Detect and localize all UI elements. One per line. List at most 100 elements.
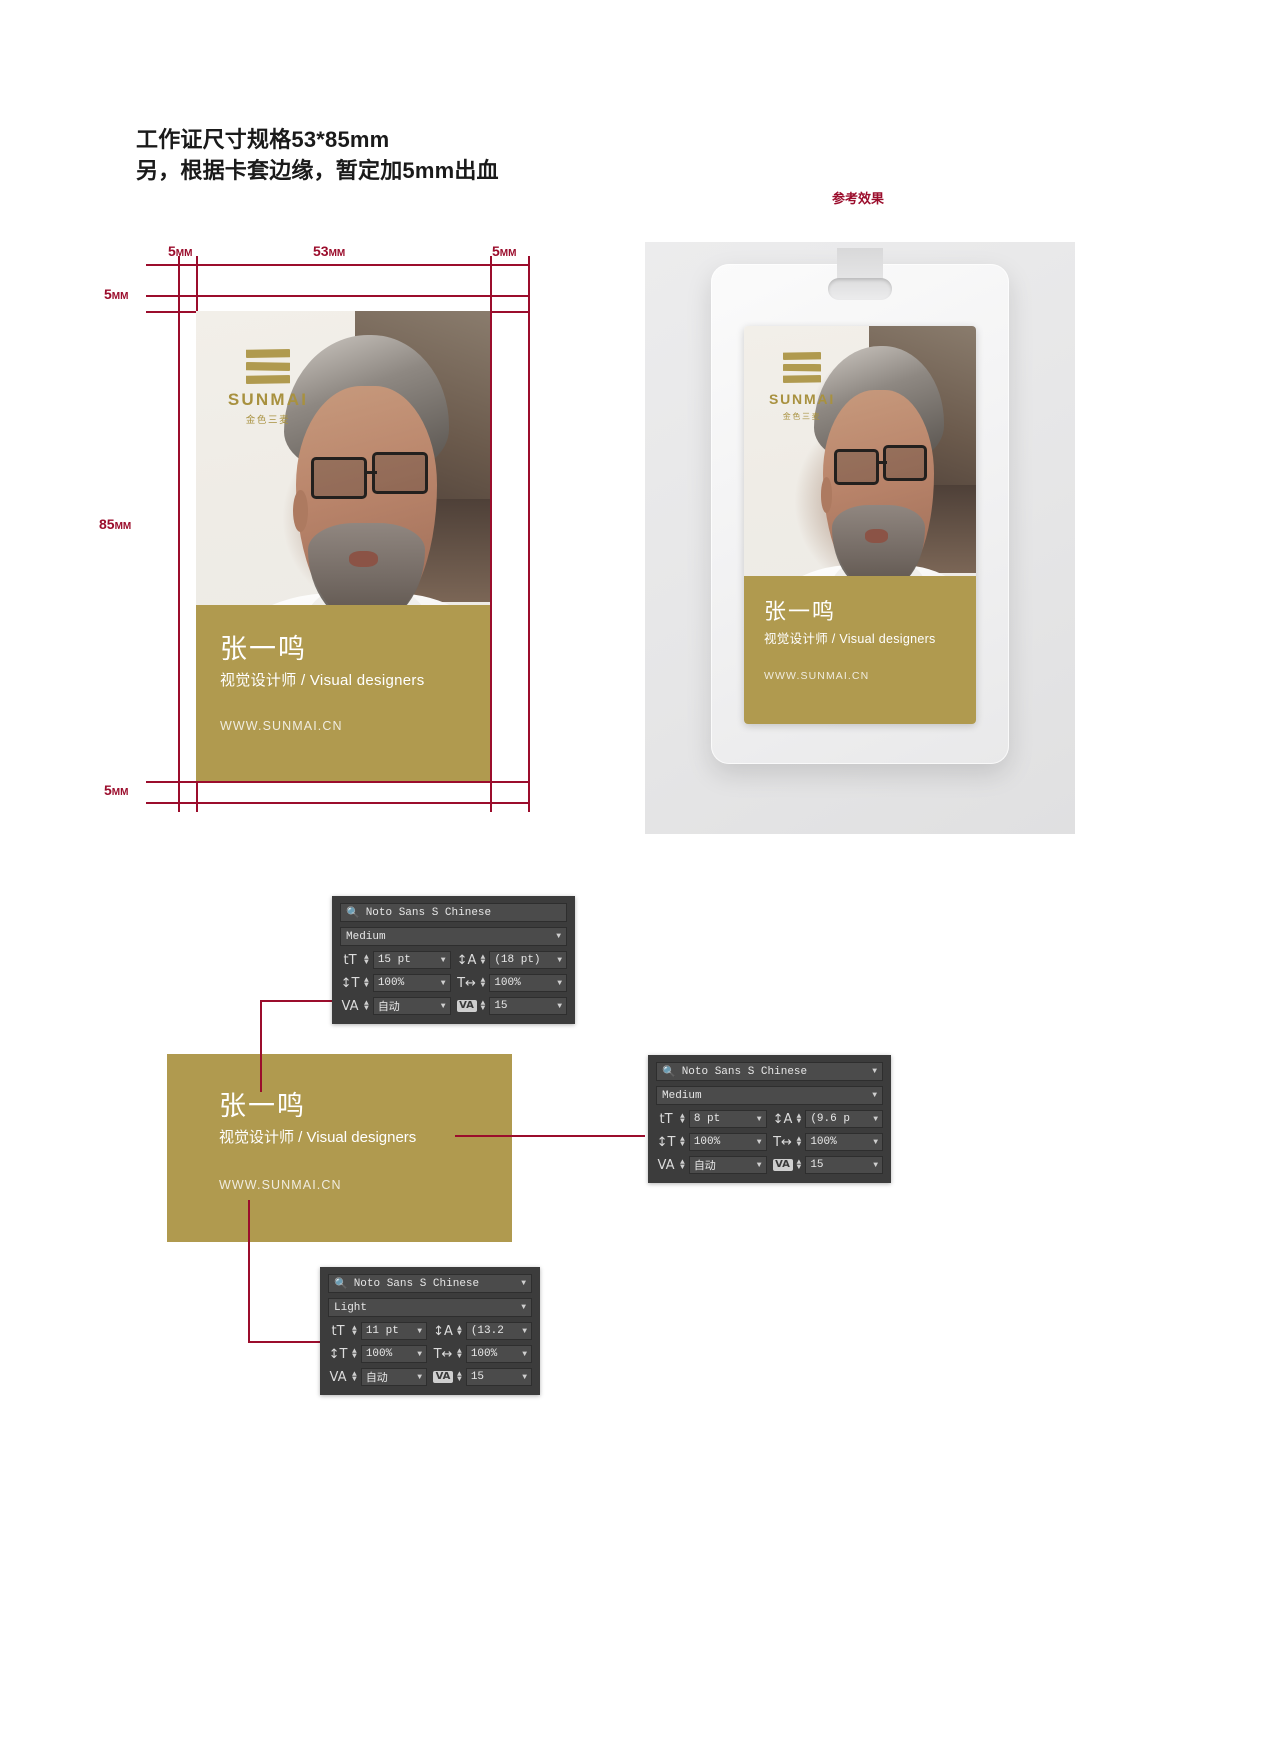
stepper-icon[interactable]: ▲ ▼ xyxy=(457,1348,462,1361)
vertical-scale-field[interactable]: ↕T ▲ ▼ 100% ▼ xyxy=(656,1133,767,1151)
typography-detail-card: 张一鸣 视觉设计师 / Visual designers WWW.SUNMAI.… xyxy=(167,1054,512,1242)
stepper-icon[interactable]: ▲ ▼ xyxy=(457,1325,462,1338)
stepper-icon[interactable]: ▲ ▼ xyxy=(352,1348,357,1361)
font-size-value: 15 pt xyxy=(377,954,411,966)
stepper-icon[interactable]: ▲ ▼ xyxy=(797,1113,802,1126)
kerning-tracking-row[interactable]: VA ▲ ▼ 自动 ▼ VA ▲ ▼ 15 ▼ xyxy=(328,1368,532,1386)
tracking-field[interactable]: VA ▲ ▼ 15 ▼ xyxy=(456,997,567,1015)
font-style-row[interactable]: Light ▼ xyxy=(328,1298,532,1317)
leading-input[interactable]: (18 pt) ▼ xyxy=(489,951,567,969)
font-style-select[interactable]: Light ▼ xyxy=(328,1298,532,1317)
dim-unit: MM xyxy=(499,248,517,259)
scale-row[interactable]: ↕T ▲ ▼ 100% ▼ T↔ ▲ ▼ 100% ▼ xyxy=(340,974,567,992)
font-style-value: Medium xyxy=(662,1089,702,1102)
font-style-value: Medium xyxy=(346,930,386,943)
brand-chinese-name: 金色三麦 xyxy=(782,412,822,421)
stepper-icon[interactable]: ▲ ▼ xyxy=(797,1159,802,1172)
leading-input[interactable]: (9.6 p ▼ xyxy=(805,1110,883,1128)
tracking-field[interactable]: VA ▲ ▼ 15 ▼ xyxy=(433,1368,532,1386)
size-leading-row[interactable]: tT ▲ ▼ 8 pt ▼ ↕A ▲ ▼ (9.6 p ▼ xyxy=(656,1110,883,1128)
tracking-input[interactable]: 15 ▼ xyxy=(805,1156,883,1174)
font-size-input[interactable]: 11 pt ▼ xyxy=(360,1322,427,1340)
tracking-icon: VA xyxy=(433,1371,453,1383)
kerning-field[interactable]: VA ▲ ▼ 自动 ▼ xyxy=(340,997,451,1015)
stepper-icon[interactable]: ▲ ▼ xyxy=(680,1159,685,1172)
stepper-icon[interactable]: ▲ ▼ xyxy=(481,954,486,967)
kerning-tracking-row[interactable]: VA ▲ ▼ 自动 ▼ VA ▲ ▼ 15 ▼ xyxy=(340,997,567,1015)
kerning-field[interactable]: VA ▲ ▼ 自动 ▼ xyxy=(656,1156,767,1174)
font-size-field[interactable]: tT ▲ ▼ 15 pt ▼ xyxy=(340,951,451,969)
stepper-icon[interactable]: ▲ ▼ xyxy=(481,977,486,990)
vertical-scale-input[interactable]: 100% ▼ xyxy=(360,1345,427,1363)
font-style-row[interactable]: Medium ▼ xyxy=(340,927,567,946)
leader-line-url xyxy=(248,1200,250,1342)
stepper-icon[interactable]: ▲ ▼ xyxy=(364,954,369,967)
character-panel-role[interactable]: 🔍 Noto Sans S Chinese ▼ Medium ▼ tT ▲ ▼ 8… xyxy=(648,1055,891,1183)
leading-input[interactable]: (13.2 ▼ xyxy=(465,1322,532,1340)
leading-field[interactable]: ↕A ▲ ▼ (13.2 ▼ xyxy=(433,1322,532,1340)
stepper-icon[interactable]: ▲ ▼ xyxy=(797,1136,802,1149)
tracking-input[interactable]: 15 ▼ xyxy=(465,1368,532,1386)
mockup-badge-card: SUNMAI 金色三麦 张一鸣 视觉设计师 / Visual designers… xyxy=(744,326,976,724)
stepper-icon[interactable]: ▲ ▼ xyxy=(680,1136,685,1149)
font-family-select[interactable]: 🔍 Noto Sans S Chinese ▼ xyxy=(328,1274,532,1293)
size-leading-row[interactable]: tT ▲ ▼ 11 pt ▼ ↕A ▲ ▼ (13.2 ▼ xyxy=(328,1322,532,1340)
font-style-select[interactable]: Medium ▼ xyxy=(340,927,567,946)
chevron-down-icon: ▼ xyxy=(440,1001,446,1011)
horizontal-scale-input[interactable]: 100% ▼ xyxy=(805,1133,883,1151)
font-size-input[interactable]: 15 pt ▼ xyxy=(372,951,451,969)
scale-row[interactable]: ↕T ▲ ▼ 100% ▼ T↔ ▲ ▼ 100% ▼ xyxy=(328,1345,532,1363)
font-style-select[interactable]: Medium ▼ xyxy=(656,1086,883,1105)
scale-row[interactable]: ↕T ▲ ▼ 100% ▼ T↔ ▲ ▼ 100% ▼ xyxy=(656,1133,883,1151)
font-size-field[interactable]: tT ▲ ▼ 8 pt ▼ xyxy=(656,1110,767,1128)
stepper-icon[interactable]: ▲ ▼ xyxy=(364,1000,369,1013)
font-family-select[interactable]: 🔍 Noto Sans S Chinese xyxy=(340,903,567,922)
dim-value: 85 xyxy=(99,516,115,532)
stepper-icon[interactable]: ▲ ▼ xyxy=(457,1371,462,1384)
tracking-field[interactable]: VA ▲ ▼ 15 ▼ xyxy=(772,1156,883,1174)
font-family-select[interactable]: 🔍 Noto Sans S Chinese ▼ xyxy=(656,1062,883,1081)
vertical-scale-field[interactable]: ↕T ▲ ▼ 100% ▼ xyxy=(328,1345,427,1363)
kerning-field[interactable]: VA ▲ ▼ 自动 ▼ xyxy=(328,1368,427,1386)
badge-info-band: 张一鸣 视觉设计师 / Visual designers WWW.SUNMAI.… xyxy=(744,576,976,724)
kerning-tracking-row[interactable]: VA ▲ ▼ 自动 ▼ VA ▲ ▼ 15 ▼ xyxy=(656,1156,883,1174)
leading-field[interactable]: ↕A ▲ ▼ (18 pt) ▼ xyxy=(457,951,567,969)
vertical-scale-input[interactable]: 100% ▼ xyxy=(688,1133,767,1151)
font-family-row[interactable]: 🔍 Noto Sans S Chinese ▼ xyxy=(656,1062,883,1081)
kerning-input[interactable]: 自动 ▼ xyxy=(372,997,451,1015)
horizontal-scale-input[interactable]: 100% ▼ xyxy=(489,974,567,992)
chevron-down-icon: ▼ xyxy=(417,1372,422,1382)
font-style-row[interactable]: Medium ▼ xyxy=(656,1086,883,1105)
stepper-icon[interactable]: ▲ ▼ xyxy=(352,1325,357,1338)
vertical-scale-input[interactable]: 100% ▼ xyxy=(372,974,451,992)
stepper-icon[interactable]: ▲ ▼ xyxy=(352,1371,357,1384)
stepper-icon[interactable]: ▲ ▼ xyxy=(481,1000,486,1013)
tracking-value: 15 xyxy=(470,1371,485,1383)
kerning-input[interactable]: 自动 ▼ xyxy=(688,1156,767,1174)
horizontal-scale-field[interactable]: T↔ ▲ ▼ 100% ▼ xyxy=(773,1133,883,1151)
brand-chinese-name: 金色三麦 xyxy=(245,415,291,426)
font-size-input[interactable]: 8 pt ▼ xyxy=(688,1110,767,1128)
horizontal-scale-input[interactable]: 100% ▼ xyxy=(465,1345,532,1363)
kerning-input[interactable]: 自动 ▼ xyxy=(360,1368,427,1386)
font-family-row[interactable]: 🔍 Noto Sans S Chinese ▼ xyxy=(328,1274,532,1293)
font-family-row[interactable]: 🔍 Noto Sans S Chinese xyxy=(340,903,567,922)
badge-role: 视觉设计师 / Visual designers xyxy=(220,672,425,689)
stepper-icon[interactable]: ▲ ▼ xyxy=(680,1113,685,1126)
character-panel-name[interactable]: 🔍 Noto Sans S Chinese Medium ▼ tT ▲ ▼ 15 … xyxy=(332,896,575,1024)
tracking-input[interactable]: 15 ▼ xyxy=(489,997,567,1015)
font-size-field[interactable]: tT ▲ ▼ 11 pt ▼ xyxy=(328,1322,427,1340)
horizontal-scale-field[interactable]: T↔ ▲ ▼ 100% ▼ xyxy=(433,1345,532,1363)
search-icon: 🔍 xyxy=(662,1066,676,1079)
horizontal-scale-field[interactable]: T↔ ▲ ▼ 100% ▼ xyxy=(457,974,567,992)
vertical-scale-field[interactable]: ↕T ▲ ▼ 100% ▼ xyxy=(340,974,451,992)
character-panel-url[interactable]: 🔍 Noto Sans S Chinese ▼ Light ▼ tT ▲ ▼ 11… xyxy=(320,1267,540,1395)
chevron-down-icon: ▼ xyxy=(872,1067,877,1076)
chevron-down-icon: ▼ xyxy=(440,978,446,988)
chevron-down-icon: ▼ xyxy=(417,1349,422,1359)
font-size-icon: tT xyxy=(331,1323,345,1339)
kerning-value: 自动 xyxy=(377,1002,400,1014)
size-leading-row[interactable]: tT ▲ ▼ 15 pt ▼ ↕A ▲ ▼ (18 pt) ▼ xyxy=(340,951,567,969)
leading-field[interactable]: ↕A ▲ ▼ (9.6 p ▼ xyxy=(773,1110,883,1128)
stepper-icon[interactable]: ▲ ▼ xyxy=(364,977,369,990)
